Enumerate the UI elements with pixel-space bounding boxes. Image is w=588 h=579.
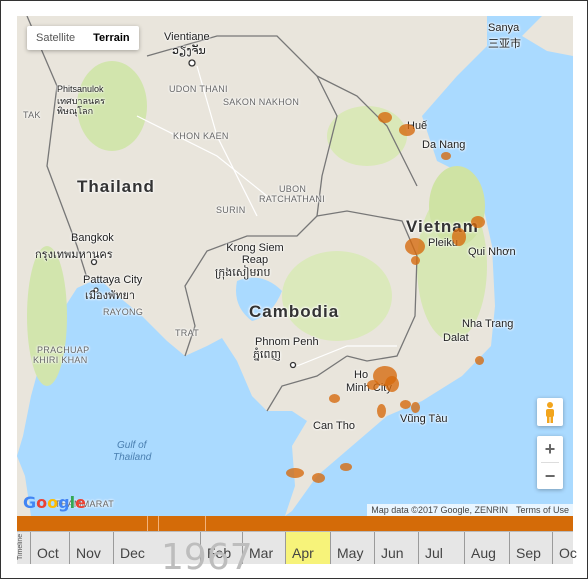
city-label-sanya: Sanya <box>488 22 520 34</box>
map-type-toggle: Satellite Terrain <box>27 26 139 50</box>
city-label-hcmc-1: Ho <box>354 369 369 381</box>
province-label-sakon-nakhon: SAKON NAKHON <box>223 97 300 107</box>
event-marker[interactable] <box>340 463 352 471</box>
province-label-khon-kaen: KHON KAEN <box>173 131 229 141</box>
city-label-bangkok-local: กรุงเทพมหานคร <box>35 249 113 261</box>
terrain-button[interactable]: Terrain <box>84 26 138 50</box>
google-logo: Google <box>23 493 86 512</box>
street-view-pegman-button[interactable] <box>537 398 563 426</box>
map-data-credit: Map data ©2017 Google, ZENRIN <box>371 505 508 515</box>
timeline-tick <box>205 516 206 531</box>
event-marker[interactable] <box>378 112 392 123</box>
timeline-label: Timeline <box>17 533 24 561</box>
timeline-months[interactable]: Oct Nov Dec Feb Mar Apr May Jun Jul Aug Sep Oc 1967 <box>17 531 577 578</box>
timeline-month-may[interactable]: May <box>330 532 374 564</box>
event-marker[interactable] <box>441 152 451 160</box>
province-label-trat: TRAT <box>175 328 200 338</box>
city-label-siem-reap-local: ក្រុងសៀមរាប <box>215 267 271 279</box>
timeline-month-sep[interactable]: Sep <box>509 532 552 564</box>
map-canvas[interactable]: Satellite Terrain Thailand Cambodia Viet… <box>17 16 573 516</box>
province-label-tak: TAK <box>23 110 41 120</box>
timeline-month-dec[interactable]: Dec <box>113 532 156 564</box>
province-label-ratchathani: RATCHATHANI <box>259 194 325 204</box>
city-label-nha-trang: Nha Trang <box>462 318 514 330</box>
sea-label-gulf-2: Thailand <box>113 452 152 463</box>
event-marker[interactable] <box>411 402 420 413</box>
pegman-icon <box>546 402 554 423</box>
city-label-pattaya: Pattaya City <box>83 274 143 286</box>
city-label-pattaya-local: เมืองพัทยา <box>85 290 136 302</box>
timeline-event-bar[interactable] <box>17 516 573 531</box>
city-label-dalat: Dalat <box>443 332 469 344</box>
terms-of-use-link[interactable]: Terms of Use <box>516 505 569 515</box>
zoom-control: + − <box>537 436 563 489</box>
province-label-udon-thani: UDON THANI <box>169 84 228 94</box>
event-marker[interactable] <box>286 468 304 478</box>
event-marker[interactable] <box>411 256 420 265</box>
event-marker[interactable] <box>385 376 399 392</box>
map-attribution: Map data ©2017 Google, ZENRIN Terms of U… <box>367 504 573 516</box>
event-marker[interactable] <box>329 394 340 403</box>
city-label-bangkok: Bangkok <box>71 232 114 244</box>
timeline: Oct Nov Dec Feb Mar Apr May Jun Jul Aug Sep Oc 1967 … <box>17 516 577 578</box>
event-marker[interactable] <box>405 238 425 255</box>
province-label-surin: SURIN <box>216 205 246 215</box>
event-marker[interactable] <box>400 400 411 409</box>
event-marker[interactable] <box>475 356 484 365</box>
city-label-phitsanulok: Phitsanulok <box>57 84 104 94</box>
province-label-rayong: RAYONG <box>103 307 144 317</box>
city-label-phitsanulok-local: เทศบาลนคร พิษณุโลก <box>57 96 106 116</box>
event-marker[interactable] <box>377 404 386 418</box>
sea-label-gulf-1: Gulf of <box>117 440 147 451</box>
city-label-da-nang: Da Nang <box>422 139 466 151</box>
timeline-tick <box>147 516 148 531</box>
timeline-month-oct[interactable]: Oct <box>30 532 69 564</box>
event-marker[interactable] <box>367 380 379 390</box>
event-marker[interactable] <box>399 124 415 136</box>
province-label-ubon: UBON <box>279 184 307 194</box>
event-marker[interactable] <box>471 216 485 228</box>
timeline-month-jun[interactable]: Jun <box>374 532 418 564</box>
city-label-vung-tau: Vũng Tàu <box>400 413 448 425</box>
timeline-year: 1967 <box>161 537 253 578</box>
province-label-prachuap: PRACHUAP <box>37 345 90 355</box>
city-label-vientiane: Vientiane <box>164 31 210 43</box>
city-label-sanya-local: 三亚市 <box>488 38 521 50</box>
app-frame: Satellite Terrain Thailand Cambodia Viet… <box>0 0 588 579</box>
city-label-can-tho: Can Tho <box>313 420 355 432</box>
timeline-month-aug[interactable]: Aug <box>464 532 509 564</box>
timeline-tick <box>158 516 159 531</box>
timeline-month-oc[interactable]: Oc <box>552 532 577 564</box>
timeline-month-apr[interactable]: Apr <box>285 532 330 564</box>
city-label-vientiane-local: ວຽງຈັນ <box>172 45 206 57</box>
event-marker[interactable] <box>452 228 466 246</box>
zoom-in-button[interactable]: + <box>537 436 563 462</box>
city-label-phnom-penh: Phnom Penh <box>255 336 319 348</box>
city-label-siem-reap: Krong Siem Reap <box>226 242 284 266</box>
city-label-phnom-penh-local: ភ្នំពេញ <box>253 349 281 361</box>
province-label-khiri-khan: KHIRI KHAN <box>33 355 88 365</box>
country-label-cambodia: Cambodia <box>249 302 340 321</box>
timeline-month-jul[interactable]: Jul <box>418 532 464 564</box>
event-marker[interactable] <box>312 473 325 483</box>
satellite-button[interactable]: Satellite <box>27 26 84 50</box>
zoom-out-button[interactable]: − <box>537 463 563 489</box>
country-label-thailand: Thailand <box>77 177 155 196</box>
timeline-month-nov[interactable]: Nov <box>69 532 113 564</box>
city-label-qui-nhon: Qui Nhơn <box>468 246 516 258</box>
country-label-vietnam: Vietnam <box>406 217 479 236</box>
